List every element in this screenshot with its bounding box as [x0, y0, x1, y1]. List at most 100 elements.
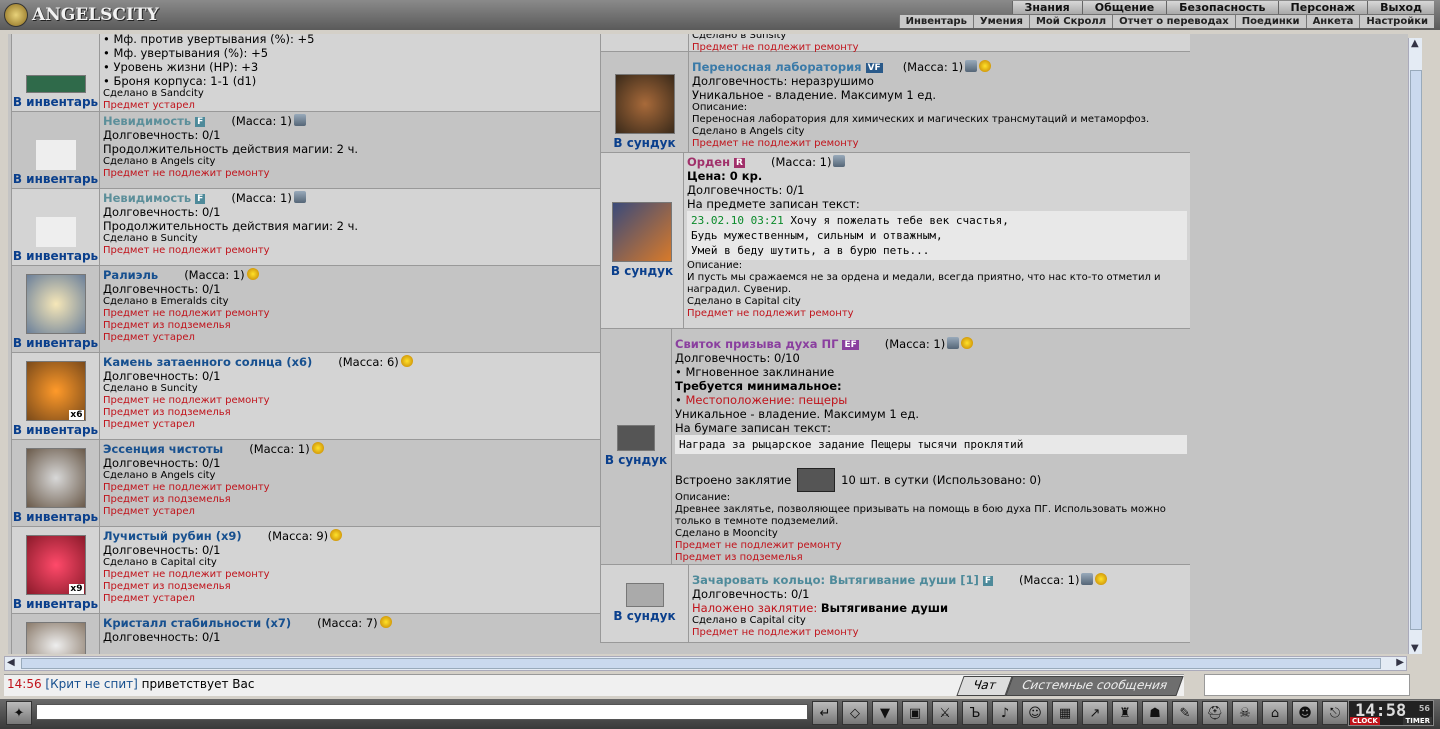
- bottom-toolbar: ✦ ↵ ◇ ▼ ▣ ⚔ Ъ ♪ ☺ ▦ ↗ ♜ ☗ ✎ ⛑ ☠ ⌂ ☻ ⎋ 14:58 56 CLOCK TIME…: [0, 699, 1440, 729]
- scroll-glasses-icon: [35, 217, 76, 247]
- item-image: [25, 448, 86, 508]
- nav-profile[interactable]: Анкета: [1305, 15, 1360, 28]
- item-flag: Предмет устарел: [103, 332, 195, 343]
- note-line: Будь мужественным, сильным и отважным,: [691, 229, 943, 242]
- item-badge: F: [195, 117, 206, 127]
- text-size-icon[interactable]: Ъ: [962, 701, 988, 725]
- item-name[interactable]: Камень затаенного солнца (x6): [103, 355, 312, 369]
- scroll-left-icon[interactable]: ◀: [7, 657, 15, 668]
- group-icon[interactable]: ☻: [1292, 701, 1318, 725]
- potion-icon[interactable]: ♜: [1112, 701, 1138, 725]
- item-name[interactable]: Ралиэль: [103, 268, 158, 282]
- item-name[interactable]: Переносная лаборатория: [692, 60, 862, 74]
- save-icon[interactable]: ▣: [902, 701, 928, 725]
- coin-icon: [1095, 573, 1108, 585]
- item-stat: • Мф. против увертывания (%): +5: [103, 34, 315, 46]
- to-inventory-link[interactable]: В инвентарь: [13, 336, 98, 350]
- tab-system-messages[interactable]: Системные сообщения: [1004, 676, 1184, 696]
- timer-label[interactable]: TIMER: [1403, 717, 1432, 725]
- exit-icon[interactable]: ⎋: [1322, 701, 1348, 725]
- to-chest-link[interactable]: В сундук: [605, 453, 667, 467]
- to-chest-link[interactable]: В сундук: [613, 136, 675, 150]
- scroll-down-icon[interactable]: ▼: [1411, 643, 1419, 654]
- send-icon[interactable]: ↵: [812, 701, 838, 725]
- item-name[interactable]: Зачаровать кольцо: Вытягивание души [1]: [692, 573, 979, 587]
- home-icon[interactable]: ⌂: [1262, 701, 1288, 725]
- nav-security[interactable]: Безопасность: [1166, 1, 1278, 14]
- scroll-up-icon[interactable]: ▲: [1411, 38, 1419, 49]
- creature-icon[interactable]: ☗: [1142, 701, 1168, 725]
- to-inventory-link[interactable]: В инвентарь: [13, 172, 98, 186]
- nav-character[interactable]: Персонаж: [1277, 1, 1368, 14]
- item-name[interactable]: Невидимость: [103, 114, 191, 128]
- mask-icon[interactable]: ☠: [1232, 701, 1258, 725]
- to-inventory-link[interactable]: В инвентарь: [13, 249, 98, 263]
- nav-transfers[interactable]: Отчет о переводах: [1112, 15, 1235, 28]
- item-flag: Предмет не подлежит ремонту: [103, 245, 270, 256]
- to-inventory-link[interactable]: В инвентарь: [13, 95, 98, 109]
- nav-duels[interactable]: Поединки: [1234, 15, 1306, 28]
- arrow-icon[interactable]: ↗: [1082, 701, 1108, 725]
- online-list[interactable]: [1204, 674, 1410, 696]
- nav-exit[interactable]: Выход: [1367, 1, 1434, 14]
- clock-label[interactable]: CLOCK: [1350, 717, 1380, 725]
- logo-text: ANGELSCITY: [32, 5, 159, 25]
- filter-icon[interactable]: ▼: [872, 701, 898, 725]
- quill-icon[interactable]: ✎: [1172, 701, 1198, 725]
- item-mass: (Масса: 1): [231, 114, 292, 128]
- list-item: В сундук Зачаровать кольцо: Вытягивание …: [600, 565, 1190, 643]
- to-inventory-link[interactable]: В инвентарь: [13, 597, 98, 611]
- spell-label: Встроено заклятие: [675, 473, 792, 487]
- item-made: Сделано в Mooncity: [675, 528, 778, 539]
- coin-icon: [400, 355, 413, 367]
- scrollbar-thumb[interactable]: [1410, 70, 1422, 630]
- nav-settings[interactable]: Настройки: [1359, 15, 1434, 28]
- item-stat: Долговечность: 0/1: [103, 369, 221, 383]
- item-name[interactable]: Эссенция чистоты: [103, 442, 223, 456]
- item-name[interactable]: Орден: [687, 155, 730, 169]
- item-stat: Долговечность: 0/1: [103, 456, 221, 470]
- item-mass: (Масса: 6): [338, 355, 399, 369]
- chat-time: 14:56: [7, 677, 42, 691]
- item-flag: Предмет не подлежит ремонту: [103, 482, 270, 493]
- nav-knowledge[interactable]: Знания: [1011, 1, 1082, 14]
- tab-chat[interactable]: Чат: [956, 676, 1013, 696]
- lock-icon[interactable]: ▦: [1052, 701, 1078, 725]
- scroll-right-icon[interactable]: ▶: [1396, 657, 1404, 668]
- scrollbar-thumb[interactable]: [21, 658, 1381, 669]
- coin-icon: [246, 268, 259, 280]
- chat-user[interactable]: [Крит не спит]: [45, 677, 137, 691]
- nav-social[interactable]: Общение: [1081, 1, 1167, 14]
- item-flag: Предмет не подлежит ремонту: [692, 138, 859, 149]
- to-chest-link[interactable]: В сундук: [611, 264, 673, 278]
- item-name[interactable]: Лучистый рубин (x9): [103, 529, 242, 543]
- sound-icon[interactable]: ♪: [992, 701, 1018, 725]
- horizontal-scrollbar[interactable]: ◀ ▶: [4, 656, 1407, 671]
- item-flag: Предмет устарел: [103, 419, 195, 430]
- list-item: В инвентарь Невидимость F (Масса: 1) Долго…: [11, 112, 601, 189]
- helmet-icon[interactable]: ⛑: [1202, 701, 1228, 725]
- item-flag: Предмет не подлежит ремонту: [103, 168, 270, 179]
- to-inventory-link[interactable]: В инвентарь: [13, 510, 98, 524]
- item-image: [25, 274, 86, 334]
- item-name[interactable]: Свиток призыва духа ПГ: [675, 337, 838, 351]
- smile-icon[interactable]: ☺: [1022, 701, 1048, 725]
- to-inventory-link[interactable]: В инвентарь: [13, 423, 98, 437]
- nav-skills[interactable]: Умения: [972, 15, 1029, 28]
- item-badge: EF: [842, 340, 859, 350]
- item-name[interactable]: Кристалл стабильности (x7): [103, 616, 291, 630]
- item-name[interactable]: Невидимость: [103, 191, 191, 205]
- hide-icon[interactable]: ⚔: [932, 701, 958, 725]
- list-item: В сундук Переносная лаборатория VF (Масса:…: [600, 52, 1190, 153]
- spell-icon[interactable]: [797, 468, 836, 492]
- item-stat: Долговечность: неразрушимо: [692, 74, 874, 88]
- to-chest-link[interactable]: В сундук: [613, 609, 675, 623]
- vertical-scrollbar[interactable]: ▲ ▼: [1408, 38, 1422, 654]
- item-image: x9: [25, 535, 86, 595]
- eraser-icon[interactable]: ◇: [842, 701, 868, 725]
- nav-inventory[interactable]: Инвентарь: [898, 15, 973, 28]
- chat-mode-icon[interactable]: ✦: [6, 701, 32, 725]
- message-input[interactable]: [36, 704, 808, 720]
- item-stat: Уникальное - владение. Максимум 1 ед.: [692, 88, 936, 102]
- nav-my-scroll[interactable]: Мой Скролл: [1028, 15, 1113, 28]
